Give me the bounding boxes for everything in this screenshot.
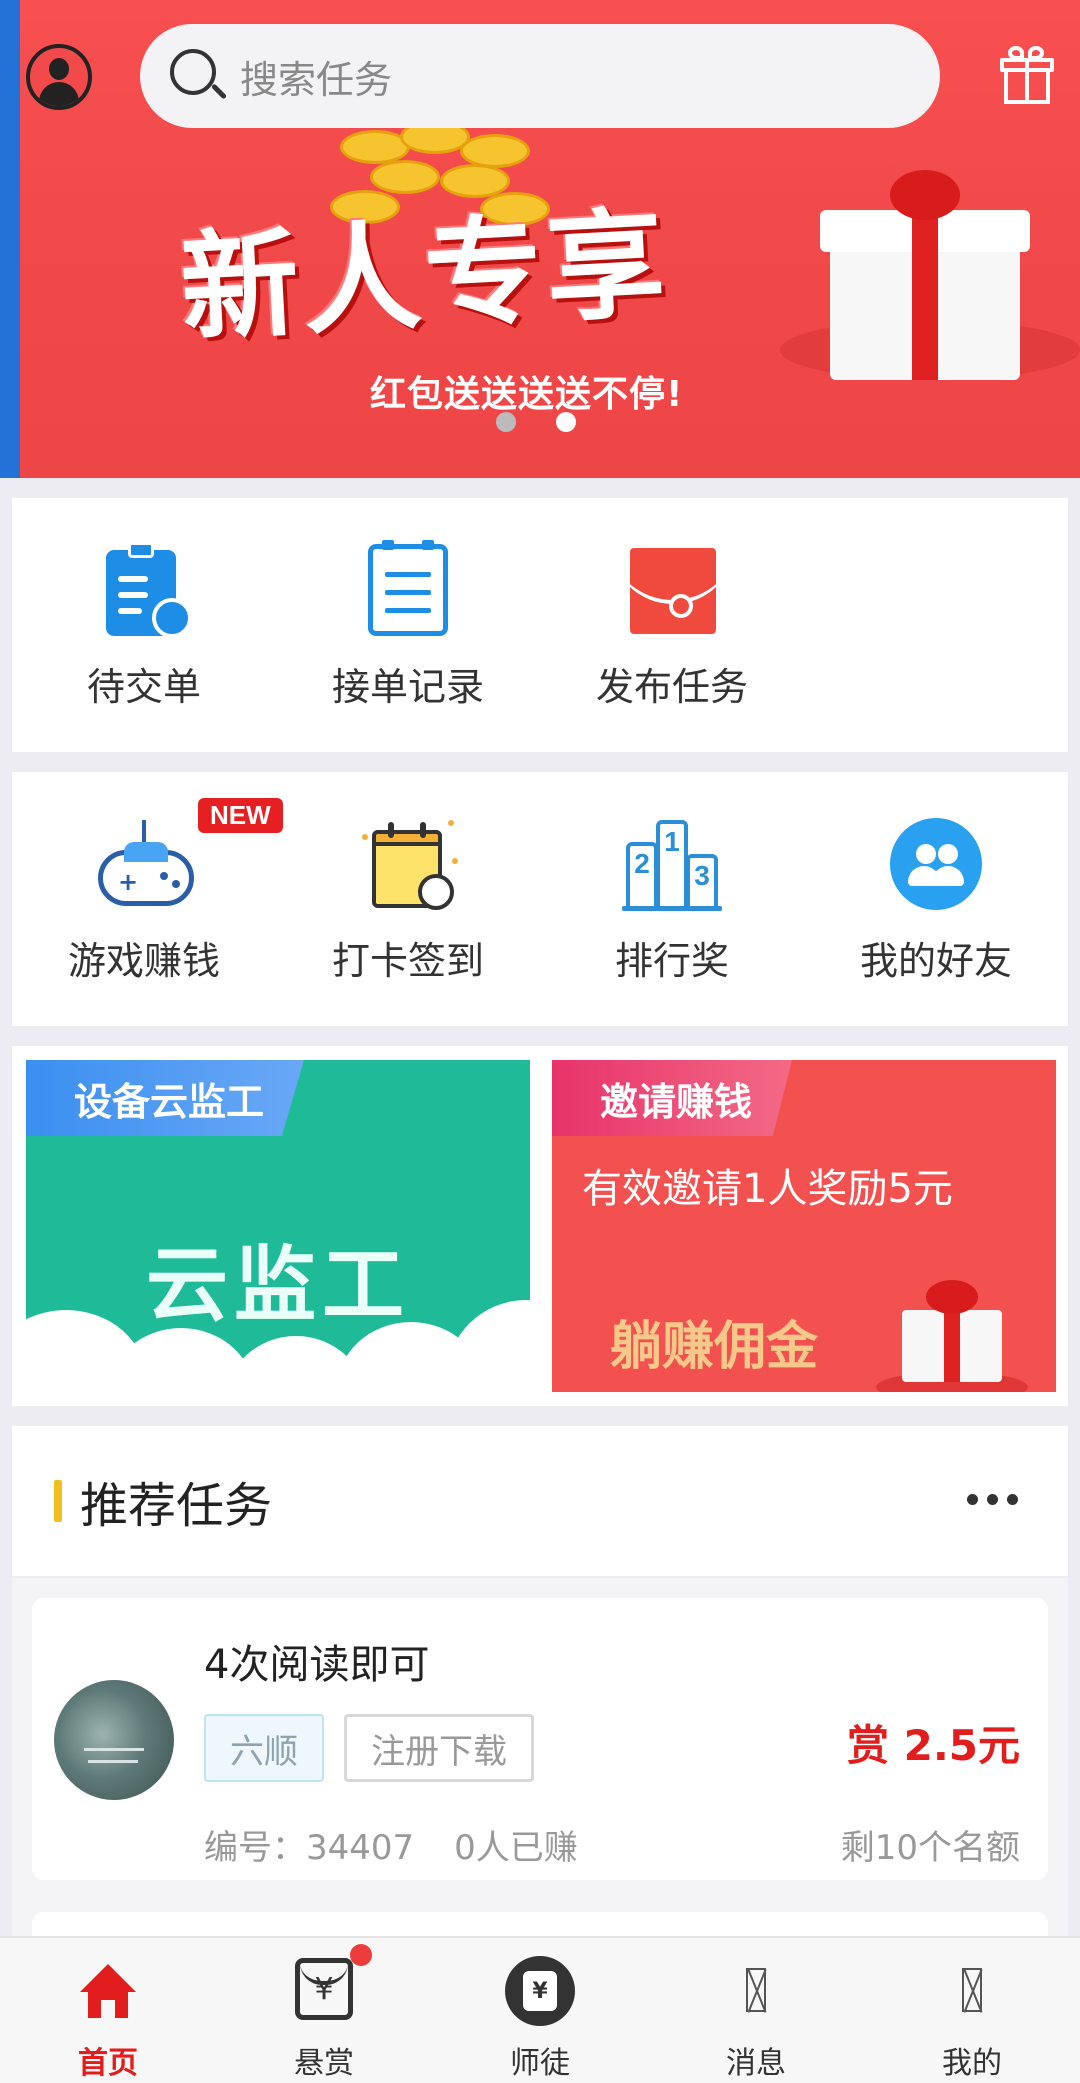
promo-cloud-supervisor[interactable]: 设备云监工 云监工 — [26, 1060, 530, 1392]
carousel-dot[interactable] — [496, 412, 516, 432]
section-accent-bar — [54, 1480, 62, 1522]
invite-commission-text: 躺赚佣金 — [610, 1316, 819, 1377]
section-title: 推荐任务 — [80, 1478, 273, 1534]
gift-icon[interactable] — [1000, 46, 1054, 104]
red-envelope-icon — [622, 540, 722, 640]
banner-subline: 红包送送送送不停! — [370, 374, 684, 415]
tab-label: 师徒 — [510, 2046, 570, 2081]
new-badge: NEW — [198, 797, 283, 833]
quick-action-label: 发布任务 — [595, 664, 748, 709]
promo-banner[interactable]: 新人专享 红包送送送送不停! 搜索任务 — [0, 0, 1080, 478]
clipboard-clock-icon — [94, 540, 194, 640]
empty-cell — [804, 498, 1068, 752]
gamepad-icon: + NEW — [94, 797, 283, 914]
feature-ranking[interactable]: 2 1 3 排行奖 — [540, 772, 804, 1026]
promo-tag: 设备云监工 — [26, 1060, 305, 1136]
message-icon — [746, 1968, 766, 2012]
home-icon — [80, 1964, 136, 2020]
task-card[interactable]: 4次阅读即可 六顺 注册下载 赏 2.5元 编号：34407 0人已赚 剩10个名… — [32, 1598, 1048, 1880]
task-earned-count: 0人已赚 — [454, 1828, 578, 1868]
recommended-header: 推荐任务 — [12, 1426, 1068, 1576]
promo-tag: 邀请赚钱 — [552, 1060, 793, 1136]
more-icon[interactable] — [967, 1494, 1018, 1505]
list-document-icon — [358, 539, 458, 640]
notification-dot — [350, 1944, 372, 1966]
task-thumbnail — [54, 1680, 174, 1800]
carousel-indicator — [496, 412, 576, 432]
feature-check-in[interactable]: 打卡签到 — [276, 772, 540, 1026]
promo-invite-earn[interactable]: 邀请赚钱 有效邀请1人奖励5元 躺赚佣金 — [552, 1060, 1056, 1392]
tab-messages[interactable]: 消息 — [648, 1938, 864, 2083]
quick-action-label: 待交单 — [86, 664, 201, 709]
feature-label: 排行奖 — [614, 938, 729, 983]
quick-action-pending[interactable]: 待交单 — [12, 498, 276, 752]
calendar-check-icon — [358, 814, 458, 914]
banner-edge-strip — [0, 0, 20, 478]
quick-action-publish[interactable]: 发布任务 — [540, 498, 804, 752]
profile-icon — [962, 1968, 982, 2012]
podium-icon: 2 1 3 — [622, 814, 722, 914]
tab-profile[interactable]: 我的 — [864, 1938, 1080, 2083]
tab-label: 消息 — [726, 2046, 786, 2081]
feature-friends[interactable]: 我的好友 — [804, 772, 1068, 1026]
task-id: 编号：34407 — [204, 1828, 415, 1868]
quick-actions-card: 待交单 接单记录 发布任务 — [12, 498, 1068, 752]
task-tag: 注册下载 — [344, 1714, 534, 1782]
feature-game-earn[interactable]: + NEW 游戏赚钱 — [12, 772, 283, 1026]
task-meta: 编号：34407 0人已赚 — [204, 1820, 578, 1869]
friends-icon — [886, 814, 986, 914]
search-input[interactable]: 搜索任务 — [140, 24, 940, 128]
task-reward: 赏 2.5元 — [846, 1721, 1020, 1770]
tab-home[interactable]: 首页 — [0, 1938, 216, 2083]
gift-box-illustration — [780, 170, 1080, 380]
search-icon — [170, 49, 228, 103]
bottom-tab-bar: 首页 ¥ 悬赏 ¥ 师徒 消息 我的 — [0, 1936, 1080, 2083]
task-tag: 六顺 — [204, 1714, 324, 1782]
gift-box-icon — [876, 1280, 1028, 1392]
search-placeholder: 搜索任务 — [240, 57, 393, 102]
app-screen: 新人专享 红包送送送送不停! 搜索任务 待交单 接单记录 发布任务 + NEW … — [0, 0, 1080, 2083]
carousel-dot-active[interactable] — [556, 412, 576, 432]
user-avatar-icon[interactable] — [26, 44, 92, 110]
tab-label: 首页 — [78, 2046, 138, 2081]
mentor-icon: ¥ — [505, 1956, 575, 2026]
task-title: 4次阅读即可 — [204, 1642, 430, 1688]
tab-label: 我的 — [942, 2046, 1002, 2081]
task-list: 4次阅读即可 六顺 注册下载 赏 2.5元 编号：34407 0人已赚 剩10个名… — [12, 1578, 1068, 1952]
feature-label: 打卡签到 — [331, 938, 484, 983]
tab-mentor[interactable]: ¥ 师徒 — [432, 1938, 648, 2083]
banner-headline: 新人专享 — [177, 193, 672, 358]
quick-action-label: 接单记录 — [331, 664, 484, 709]
feature-label: 我的好友 — [859, 938, 1012, 983]
invite-reward-text: 有效邀请1人奖励5元 — [582, 1166, 953, 1212]
tab-reward[interactable]: ¥ 悬赏 — [216, 1938, 432, 2083]
task-quota: 剩10个名额 — [840, 1828, 1020, 1868]
feature-label: 游戏赚钱 — [67, 938, 220, 983]
quick-action-records[interactable]: 接单记录 — [276, 498, 540, 752]
features-card: + NEW 游戏赚钱 打卡签到 2 1 3 排行奖 我的好友 — [12, 772, 1068, 1026]
reward-envelope-icon: ¥ — [295, 1958, 353, 2020]
tab-label: 悬赏 — [294, 2046, 354, 2081]
